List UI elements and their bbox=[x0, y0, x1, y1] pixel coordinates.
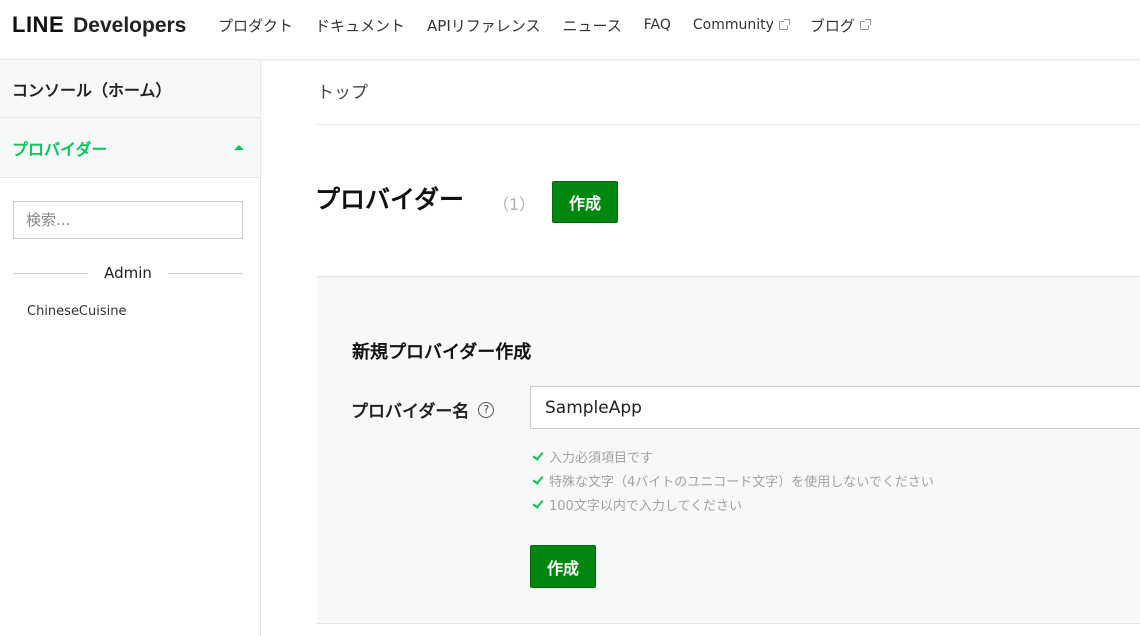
sidebar-providers-label: プロバイダー bbox=[12, 139, 108, 159]
page-title: プロバイダー bbox=[315, 185, 465, 214]
sidebar-item-providers[interactable]: プロバイダー bbox=[0, 118, 260, 178]
logo-line-text: LINE bbox=[12, 12, 65, 37]
provider-count: （1） bbox=[493, 195, 536, 214]
top-nav: プロダクト ドキュメント APIリファレンス ニュース FAQ Communit… bbox=[218, 0, 891, 50]
validation-rule: 特殊な文字（4バイトのユニコード文字）を使用しないでください bbox=[531, 468, 934, 492]
nav-products[interactable]: プロダクト bbox=[218, 15, 293, 36]
validation-rule-text: 100文字以内で入力してください bbox=[549, 498, 743, 514]
external-link-icon bbox=[778, 18, 790, 30]
new-provider-form-panel: 新規プロバイダー作成 プロバイダー名 ? 入力必須項目です 特殊な文字（4バイト… bbox=[317, 276, 1140, 624]
form-title: 新規プロバイダー作成 bbox=[352, 342, 532, 363]
breadcrumb-top[interactable]: トップ bbox=[317, 78, 368, 103]
create-provider-button[interactable]: 作成 bbox=[552, 181, 618, 223]
submit-create-button[interactable]: 作成 bbox=[530, 545, 596, 588]
caret-up-icon bbox=[234, 145, 244, 150]
nav-blog-label: ブログ bbox=[809, 16, 855, 35]
check-icon bbox=[531, 452, 543, 460]
sidebar-home-label: コンソール（ホーム） bbox=[12, 80, 172, 100]
provider-name-label-text: プロバイダー名 bbox=[351, 402, 470, 422]
check-icon bbox=[531, 476, 543, 484]
sidebar-group-label: Admin bbox=[104, 264, 152, 282]
sidebar-group-admin: Admin bbox=[13, 263, 243, 283]
provider-name-input[interactable] bbox=[530, 386, 1140, 429]
divider bbox=[167, 272, 243, 274]
sidebar-search-input[interactable] bbox=[13, 201, 243, 239]
nav-community[interactable]: Community bbox=[692, 17, 790, 33]
provider-name-label: プロバイダー名 ? bbox=[351, 397, 495, 422]
divider bbox=[317, 124, 1140, 125]
sidebar-item-chinese-cuisine[interactable]: ChineseCuisine bbox=[27, 304, 127, 319]
nav-news[interactable]: ニュース bbox=[562, 15, 621, 36]
validation-rule-text: 入力必須項目です bbox=[549, 450, 654, 466]
validation-rules: 入力必須項目です 特殊な文字（4バイトのユニコード文字）を使用しないでください … bbox=[531, 444, 934, 516]
external-link-icon bbox=[859, 18, 871, 30]
line-developers-logo[interactable]: LINE Developers bbox=[12, 12, 186, 38]
top-header: LINE Developers プロダクト ドキュメント APIリファレンス ニ… bbox=[0, 0, 1140, 60]
sidebar-item-console-home[interactable]: コンソール（ホーム） bbox=[0, 60, 260, 118]
divider bbox=[13, 272, 89, 274]
validation-rule: 100文字以内で入力してください bbox=[531, 492, 934, 516]
nav-api-reference[interactable]: APIリファレンス bbox=[427, 15, 540, 36]
main-content: トップ プロバイダー （1） 作成 新規プロバイダー作成 プロバイダー名 ? 入… bbox=[261, 60, 1140, 636]
validation-rule-text: 特殊な文字（4バイトのユニコード文字）を使用しないでください bbox=[549, 474, 934, 490]
validation-rule: 入力必須項目です bbox=[531, 444, 934, 468]
nav-documents[interactable]: ドキュメント bbox=[315, 15, 405, 36]
sidebar: コンソール（ホーム） プロバイダー Admin ChineseCuisine bbox=[0, 60, 261, 636]
nav-blog[interactable]: ブログ bbox=[809, 15, 871, 36]
help-icon[interactable]: ? bbox=[478, 401, 495, 418]
nav-faq[interactable]: FAQ bbox=[644, 17, 671, 33]
logo-developers-text: Developers bbox=[73, 14, 187, 37]
check-icon bbox=[531, 500, 543, 508]
nav-community-label: Community bbox=[692, 17, 774, 33]
